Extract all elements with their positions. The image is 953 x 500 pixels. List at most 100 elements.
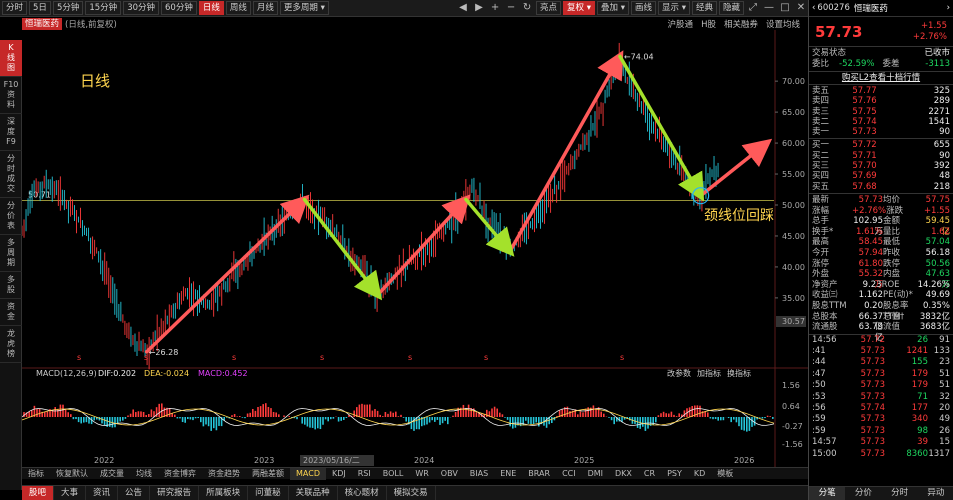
period-tab-0[interactable]: 分时 [2, 1, 28, 15]
left-tab-0[interactable]: K线图 [0, 40, 22, 77]
indicator-tab-4[interactable]: 资金博弈 [158, 468, 202, 480]
indicator-tab-11[interactable]: WR [409, 468, 434, 480]
header-link-2[interactable]: 相关融券 [724, 18, 758, 30]
indicator-tab-0[interactable]: 指标 [22, 468, 50, 480]
indicator-tab-8[interactable]: KDJ [326, 468, 352, 480]
expand-icon[interactable]: ⤢ [746, 1, 760, 15]
nav-tab-0[interactable]: 股吧 [22, 485, 55, 500]
bid-volume: 655 [933, 140, 950, 151]
indicator-tab-19[interactable]: CR [638, 468, 661, 480]
quote-tab-0[interactable]: 分笔 [809, 487, 846, 500]
kline-chart[interactable]: 70.00 65.00 60.00 55.00 50.00 45.00 40.00 35.00… [22, 30, 808, 468]
chevron-right-icon[interactable]: › [947, 3, 950, 13]
quote-tab-1[interactable]: 分价 [845, 487, 881, 500]
nav-tab-2[interactable]: 资讯 [86, 485, 119, 500]
y-tick-label: 65.00 [782, 108, 805, 117]
close-icon[interactable]: ✕ [794, 1, 808, 15]
indicator-tab-18[interactable]: DKX [609, 468, 638, 480]
left-tab-7[interactable]: 资金 [0, 299, 22, 326]
indicator-tab-13[interactable]: BIAS [464, 468, 494, 480]
tick-time: :59 [812, 425, 826, 436]
indicator-tab-20[interactable]: PSY [661, 468, 688, 480]
macd-control-0[interactable]: 改参数 [667, 368, 691, 378]
period-tab-5[interactable]: 60分钟 [161, 1, 197, 15]
macd-control-1[interactable]: 加指标 [697, 368, 721, 378]
tick-time: 15:00 [812, 448, 837, 459]
toolbar-item-1[interactable]: 复权 ▾ [563, 1, 596, 15]
nav-tab-5[interactable]: 所属板块 [199, 485, 249, 500]
quote-tab-2[interactable]: 分时 [882, 487, 918, 500]
macd-control-2[interactable]: 换指标 [727, 368, 751, 378]
period-tab-6[interactable]: 日线 [198, 1, 224, 15]
nav-tab-6[interactable]: 问董秘 [248, 485, 289, 500]
toolbar-item-5[interactable]: 经典 [691, 1, 717, 15]
bid-level: 买四 [812, 171, 830, 182]
tick-volume: 340 [911, 414, 928, 425]
chevron-left-icon[interactable]: ◀ [456, 1, 470, 15]
period-tab-4[interactable]: 30分钟 [123, 1, 160, 15]
minimize-icon[interactable]: — [762, 1, 776, 15]
left-tab-5[interactable]: 多周期 [0, 235, 22, 272]
indicator-tab-22[interactable]: 模板 [711, 468, 739, 480]
l2-banner[interactable]: 购买L2查看十档行情 [809, 72, 953, 85]
maximize-icon[interactable]: □ [778, 1, 792, 15]
indicator-tab-14[interactable]: ENE [494, 468, 522, 480]
header-link-0[interactable]: 沪股通 [668, 18, 694, 30]
toolbar-item-4[interactable]: 显示 ▾ [658, 1, 690, 15]
indicator-tab-9[interactable]: RSI [352, 468, 377, 480]
macd-name: MACD(12,26,9) [36, 369, 97, 378]
period-tab-9[interactable]: 更多周期 ▾ [279, 1, 329, 15]
toolbar-item-2[interactable]: 叠加 ▾ [597, 1, 629, 15]
tick-count: 26 [939, 425, 950, 436]
indicator-tab-16[interactable]: CCI [556, 468, 582, 480]
nav-tab-8[interactable]: 核心题材 [338, 485, 387, 500]
nav-tab-9[interactable]: 模拟交易 [387, 485, 436, 500]
refresh-icon[interactable]: ↻ [520, 1, 534, 15]
indicator-tab-12[interactable]: OBV [435, 468, 464, 480]
nav-tab-1[interactable]: 大事 [54, 485, 87, 500]
l2-banner-label[interactable]: 购买L2查看十档行情 [842, 73, 920, 83]
quote-row: 涨幅 +2.76% 涨跌 +1.55 [809, 206, 953, 217]
indicator-tab-2[interactable]: 成交量 [94, 468, 130, 480]
indicator-tab-5[interactable]: 资金趋势 [202, 468, 246, 480]
chevron-right-icon[interactable]: ▶ [472, 1, 486, 15]
left-tab-2[interactable]: 深度 F9 [0, 114, 22, 151]
toolbar-item-3[interactable]: 画线 [630, 1, 656, 15]
left-tab-1[interactable]: F10 资料 [0, 77, 22, 114]
quote-tab-3[interactable]: 异动 [918, 487, 953, 500]
left-tab-3[interactable]: 分时成交 [0, 151, 22, 198]
indicator-tab-10[interactable]: BOLL [377, 468, 410, 480]
indicator-tab-15[interactable]: BRAR [522, 468, 556, 480]
quote-label: ROE [881, 279, 900, 290]
indicator-tab-3[interactable]: 均线 [130, 468, 158, 480]
price-chart-svg[interactable]: 70.00 65.00 60.00 55.00 50.00 45.00 40.00 35.00… [22, 30, 808, 468]
bid-price: 57.68 [852, 181, 877, 192]
chart-title-bar: 恒瑞医药 (日线,前复权) 沪股通 H股 相关融券 设置均线 [22, 17, 808, 30]
zoom-out-icon[interactable]: − [504, 1, 518, 15]
indicator-tab-1[interactable]: 恢复默认 [50, 468, 94, 480]
nav-tab-7[interactable]: 关联品种 [289, 485, 338, 500]
period-tab-8[interactable]: 月线 [252, 1, 278, 15]
indicator-tab-17[interactable]: DMI [582, 468, 609, 480]
tick-price: 57.73 [860, 414, 885, 425]
stock-name-badge[interactable]: 恒瑞医药 [22, 17, 63, 30]
period-tab-1[interactable]: 5日 [29, 1, 51, 15]
indicator-tab-21[interactable]: KD [688, 468, 711, 480]
left-tab-6[interactable]: 多股 [0, 272, 22, 299]
toolbar-item-6[interactable]: 隐藏 [718, 1, 744, 15]
period-tab-2[interactable]: 5分钟 [52, 1, 84, 15]
period-tab-7[interactable]: 周线 [225, 1, 251, 15]
left-tab-8[interactable]: 龙虎榜 [0, 326, 22, 363]
nav-tab-4[interactable]: 研究报告 [150, 485, 200, 500]
toolbar-item-0[interactable]: 亮点 [536, 1, 562, 15]
period-tab-3[interactable]: 15分钟 [85, 1, 122, 15]
quote-row: 总股本 66.37亿 总值† 3832亿 [809, 312, 953, 333]
indicator-tab-6[interactable]: 两融差额 [246, 468, 290, 480]
header-link-3[interactable]: 设置均线 [766, 18, 800, 30]
nav-tab-3[interactable]: 公告 [118, 485, 151, 500]
chevron-left-icon[interactable]: ‹ [812, 3, 815, 13]
left-tab-4[interactable]: 分价表 [0, 198, 22, 235]
zoom-in-icon[interactable]: + [488, 1, 502, 15]
indicator-tab-7[interactable]: MACD [290, 467, 326, 480]
header-link-1[interactable]: H股 [701, 18, 716, 30]
